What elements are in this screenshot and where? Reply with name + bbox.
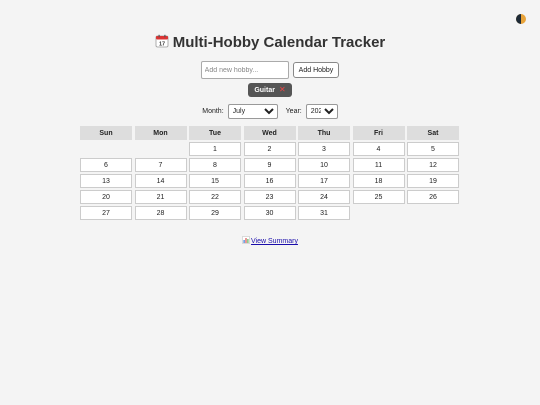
weekday-header-wed: Wed <box>243 126 296 140</box>
svg-text:17: 17 <box>159 42 165 48</box>
view-summary-link[interactable]: View Summary <box>242 236 298 246</box>
weekday-header-fri: Fri <box>352 126 405 140</box>
day-cell-25[interactable]: 25 <box>352 190 405 204</box>
weekday-header-mon: Mon <box>134 126 187 140</box>
new-hobby-input[interactable] <box>200 61 289 79</box>
day-cell-18[interactable]: 18 <box>352 174 405 188</box>
day-cell-31[interactable]: 31 <box>298 206 350 220</box>
day-cell-6[interactable]: 6 <box>80 158 132 172</box>
empty-day-cell <box>135 142 187 156</box>
day-cell-9[interactable]: 9 <box>243 158 296 172</box>
day-cell-17[interactable]: 17 <box>298 174 350 188</box>
view-summary-label: View Summary <box>251 238 298 245</box>
weekday-header-sun: Sun <box>80 126 132 140</box>
page-title: 17 Multi-Hobby Calendar Tracker <box>0 34 540 51</box>
day-cell-5[interactable]: 5 <box>407 142 459 156</box>
day-cell-3[interactable]: 3 <box>298 142 350 156</box>
hobby-list: Guitar ✕ <box>0 83 540 97</box>
hobby-chip-label: Guitar <box>254 86 275 94</box>
day-cell-15[interactable]: 15 <box>189 174 241 188</box>
year-select[interactable]: 2025 <box>305 104 338 119</box>
day-cell-16[interactable]: 16 <box>243 174 296 188</box>
add-hobby-form: Add Hobby <box>0 61 540 79</box>
year-label: Year: <box>285 108 302 115</box>
day-cell-4[interactable]: 4 <box>352 142 405 156</box>
empty-day-cell <box>80 142 132 156</box>
day-cell-14[interactable]: 14 <box>134 174 187 188</box>
theme-toggle-button[interactable] <box>515 12 527 24</box>
weekday-header-tue: Tue <box>189 126 241 140</box>
day-cell-12[interactable]: 12 <box>407 158 459 172</box>
day-cell-13[interactable]: 13 <box>80 174 132 188</box>
day-cell-7[interactable]: 7 <box>134 158 187 172</box>
remove-hobby-icon[interactable]: ✕ <box>279 86 286 94</box>
day-cell-29[interactable]: 29 <box>189 206 241 220</box>
day-cell-21[interactable]: 21 <box>134 190 187 204</box>
day-cell-19[interactable]: 19 <box>407 174 459 188</box>
summary-section: View Summary <box>0 236 540 246</box>
day-cell-11[interactable]: 11 <box>352 158 405 172</box>
day-cell-26[interactable]: 26 <box>407 190 459 204</box>
day-cell-2[interactable]: 2 <box>243 142 296 156</box>
weekday-header-sat: Sat <box>407 126 459 140</box>
date-selectors: Month: July Year: 2025 <box>0 104 540 119</box>
hobby-chip-guitar[interactable]: Guitar ✕ <box>248 83 292 97</box>
day-cell-10[interactable]: 10 <box>298 158 350 172</box>
add-hobby-button[interactable]: Add Hobby <box>292 62 340 78</box>
day-cell-28[interactable]: 28 <box>134 206 187 220</box>
calendar-grid: Sun Mon Tue Wed Thu Fri Sat 1 2 3 4 5 6 7 8 9 10 11 12 13 14… <box>80 126 459 220</box>
month-select[interactable]: July <box>227 104 278 119</box>
day-cell-20[interactable]: 20 <box>80 190 132 204</box>
day-cell-1[interactable]: 1 <box>189 142 241 156</box>
calendar-icon: 17 <box>155 34 169 51</box>
half-moon-icon <box>516 14 526 24</box>
day-cell-8[interactable]: 8 <box>189 158 241 172</box>
page-title-text: Multi-Hobby Calendar Tracker <box>172 34 386 51</box>
weekday-header-thu: Thu <box>298 126 350 140</box>
day-cell-27[interactable]: 27 <box>80 206 132 220</box>
day-cell-30[interactable]: 30 <box>243 206 296 220</box>
day-cell-23[interactable]: 23 <box>243 190 296 204</box>
day-cell-22[interactable]: 22 <box>189 190 241 204</box>
month-label: Month: <box>202 108 224 115</box>
day-cell-24[interactable]: 24 <box>298 190 350 204</box>
bar-chart-icon <box>242 236 250 246</box>
